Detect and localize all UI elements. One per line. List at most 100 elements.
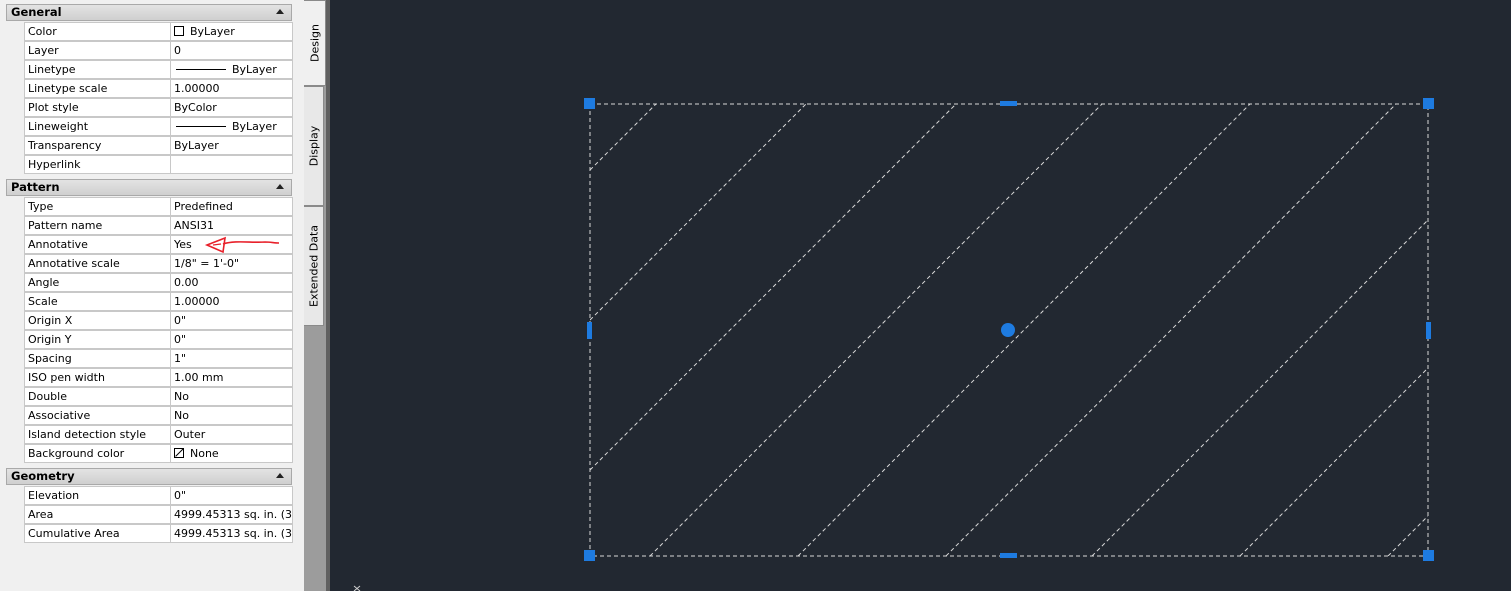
linetype-sample-icon [176,69,226,70]
property-row-cumulative-area[interactable]: Cumulative Area 4999.45313 sq. in. (34..… [24,524,293,543]
property-value[interactable] [170,155,293,174]
property-name: Annotative scale [24,254,171,273]
property-name: Linetype [24,60,171,79]
property-name: Transparency [24,136,171,155]
property-name: Color [24,22,171,41]
section-header-pattern[interactable]: Pattern [6,179,292,196]
property-row-scale[interactable]: Scale 1.00000 [24,292,293,311]
collapse-arrow-icon[interactable] [276,184,284,189]
ucs-icon [353,585,361,591]
property-value[interactable]: None [170,444,293,463]
collapse-arrow-icon[interactable] [276,9,284,14]
property-row-color[interactable]: Color ByLayer [24,22,293,41]
property-value[interactable]: 4999.45313 sq. in. (34... [170,524,293,543]
property-row-annotative[interactable]: Annotative Yes [24,235,293,254]
property-value-text: ByLayer [232,63,277,76]
property-value-text: ByLayer [190,25,235,38]
edge-grip-icon[interactable] [1000,553,1017,558]
edge-grip-icon[interactable] [1000,101,1017,106]
property-row-annotative-scale[interactable]: Annotative scale 1/8" = 1'-0" [24,254,293,273]
property-value[interactable]: ByColor [170,98,293,117]
property-value[interactable]: 0" [170,311,293,330]
property-row-origin-x[interactable]: Origin X 0" [24,311,293,330]
property-value[interactable]: ByLayer [170,60,293,79]
property-row-associative[interactable]: Associative No [24,406,293,425]
center-grip-icon[interactable] [1001,323,1015,337]
collapse-arrow-icon[interactable] [276,473,284,478]
corner-grip-icon[interactable] [584,550,595,561]
property-row-layer[interactable]: Layer 0 [24,41,293,60]
property-row-linetype-scale[interactable]: Linetype scale 1.00000 [24,79,293,98]
tab-design[interactable]: Design [304,0,326,86]
property-row-iso-pen-width[interactable]: ISO pen width 1.00 mm [24,368,293,387]
property-name: Angle [24,273,171,292]
section-header-general[interactable]: General [6,4,292,21]
property-value[interactable]: Predefined [170,197,293,216]
property-value[interactable]: ByLayer [170,22,293,41]
property-value[interactable]: 0" [170,330,293,349]
property-row-area[interactable]: Area 4999.45313 sq. in. (34... [24,505,293,524]
property-row-transparency[interactable]: Transparency ByLayer [24,136,293,155]
tab-label: Design [308,24,321,62]
property-value[interactable]: 0.00 [170,273,293,292]
no-color-swatch-icon [174,448,184,458]
tab-label: Extended Data [307,224,320,308]
property-name: Background color [24,444,171,463]
drawing-canvas[interactable] [330,0,1511,591]
section-title-pattern: Pattern [11,180,60,194]
property-value[interactable]: ANSI31 [170,216,293,235]
property-row-type[interactable]: Type Predefined [24,197,293,216]
section-title-general: General [11,5,62,19]
property-row-island-detection-style[interactable]: Island detection style Outer [24,425,293,444]
property-row-double[interactable]: Double No [24,387,293,406]
tab-extended-data[interactable]: Extended Data [304,206,324,326]
property-value[interactable]: 1" [170,349,293,368]
property-value[interactable]: Yes [170,235,293,254]
property-name: Pattern name [24,216,171,235]
drawing-viewport[interactable] [330,0,1511,591]
corner-grip-icon[interactable] [1423,550,1434,561]
property-value[interactable]: 0 [170,41,293,60]
property-name: Type [24,197,171,216]
property-row-elevation[interactable]: Elevation 0" [24,486,293,505]
property-row-spacing[interactable]: Spacing 1" [24,349,293,368]
property-value[interactable]: ByLayer [170,136,293,155]
property-value[interactable]: 1.00000 [170,292,293,311]
edge-grip-icon[interactable] [587,322,592,339]
property-row-pattern-name[interactable]: Pattern name ANSI31 [24,216,293,235]
corner-grip-icon[interactable] [584,98,595,109]
property-value[interactable]: No [170,387,293,406]
section-header-geometry[interactable]: Geometry [6,468,292,485]
property-row-lineweight[interactable]: Lineweight ByLayer [24,117,293,136]
properties-palette: General Color ByLayer Layer 0 Linetype B… [0,0,304,591]
property-value[interactable]: 1/8" = 1'-0" [170,254,293,273]
property-name: Origin Y [24,330,171,349]
property-row-angle[interactable]: Angle 0.00 [24,273,293,292]
property-value[interactable]: 1.00 mm [170,368,293,387]
edge-grip-icon[interactable] [1426,322,1431,339]
property-name: Area [24,505,171,524]
property-row-hyperlink[interactable]: Hyperlink [24,155,293,174]
property-name: Hyperlink [24,155,171,174]
property-name: Linetype scale [24,79,171,98]
property-value[interactable]: No [170,406,293,425]
property-value-text: None [190,447,219,460]
property-name: Spacing [24,349,171,368]
lineweight-sample-icon [176,126,226,127]
property-value[interactable]: 4999.45313 sq. in. (34... [170,505,293,524]
property-row-linetype[interactable]: Linetype ByLayer [24,60,293,79]
property-value[interactable]: ByLayer [170,117,293,136]
property-value[interactable]: 0" [170,486,293,505]
property-name: Elevation [24,486,171,505]
color-swatch-icon [174,26,184,36]
property-row-origin-y[interactable]: Origin Y 0" [24,330,293,349]
property-value[interactable]: Outer [170,425,293,444]
tab-display[interactable]: Display [304,86,324,206]
property-name: Lineweight [24,117,171,136]
property-name: Associative [24,406,171,425]
property-name: Plot style [24,98,171,117]
property-row-plot-style[interactable]: Plot style ByColor [24,98,293,117]
corner-grip-icon[interactable] [1423,98,1434,109]
property-value[interactable]: 1.00000 [170,79,293,98]
property-row-background-color[interactable]: Background color None [24,444,293,463]
